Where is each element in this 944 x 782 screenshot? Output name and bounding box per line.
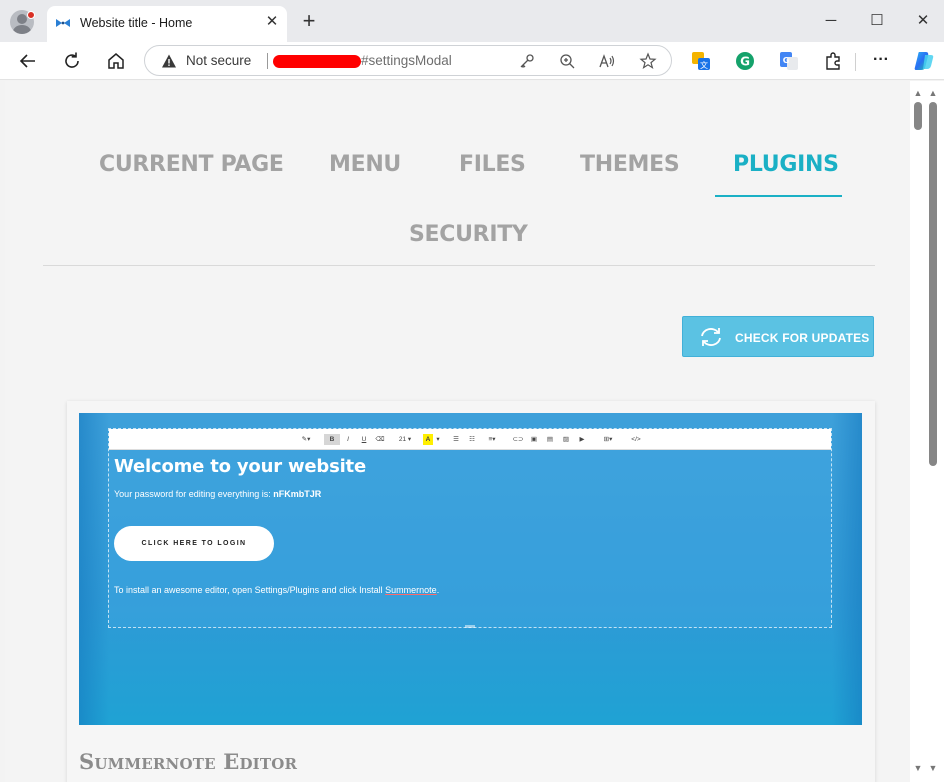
profile-notification-dot: [27, 11, 35, 19]
plugin-preview-image[interactable]: ✎▾ B I U ⌫ 21 ▾ A ▾ ☰ ☷ ≡▾ ⊂⊃ ▣ ▤ ▨ ▶ ⊞▾: [79, 413, 862, 725]
tab-title: Website title - Home: [80, 16, 193, 30]
settings-tabs: CURRENT PAGE MENU FILES THEMES PLUGINS S…: [5, 81, 910, 266]
toolbar-separator: [855, 53, 856, 71]
svg-text:文: 文: [700, 60, 708, 70]
link-icon: ⊂⊃: [512, 436, 524, 443]
preview-editor-toolbar: ✎▾ B I U ⌫ 21 ▾ A ▾ ☰ ☷ ≡▾ ⊂⊃ ▣ ▤ ▨ ▶ ⊞▾: [109, 429, 831, 450]
editor-resize-grip: [465, 625, 475, 628]
plugin-card-title: Summernote Editor: [79, 749, 298, 774]
zoom-icon[interactable]: [558, 52, 576, 70]
page-viewport: CURRENT PAGE MENU FILES THEMES PLUGINS S…: [5, 81, 910, 782]
address-separator: [267, 53, 268, 69]
tab-security[interactable]: SECURITY: [409, 222, 528, 247]
preview-login-button: CLICK HERE TO LOGIN: [114, 526, 274, 561]
tab-plugins[interactable]: PLUGINS: [733, 152, 839, 177]
font-size-select: 21 ▾: [398, 436, 412, 443]
preview-heading: Welcome to your website: [114, 456, 366, 477]
paragraph-align-icon: ≡▾: [488, 436, 496, 443]
scroll-up-arrow-icon[interactable]: ▲: [928, 89, 938, 98]
warning-icon[interactable]: [161, 53, 177, 69]
eraser-icon: ⌫: [375, 436, 385, 443]
home-button[interactable]: [104, 49, 128, 73]
google-translate-extension-icon[interactable]: G: [779, 51, 799, 71]
close-window-button[interactable]: ✕: [912, 10, 934, 32]
scroll-down-arrow-icon[interactable]: ▼: [928, 764, 938, 773]
translate-extension-icon[interactable]: 文: [691, 51, 711, 71]
tab-close-icon[interactable]: ✕: [263, 13, 281, 31]
svg-text:G: G: [740, 55, 750, 69]
extensions-puzzle-icon[interactable]: [823, 51, 843, 71]
svg-text:G: G: [783, 56, 790, 65]
copilot-icon[interactable]: [912, 49, 936, 73]
tab-themes[interactable]: THEMES: [580, 152, 680, 177]
magic-wand-icon: ✎▾: [301, 436, 311, 443]
read-aloud-icon[interactable]: [598, 52, 616, 70]
italic-icon: I: [347, 436, 349, 443]
scrollbar-thumb[interactable]: [929, 102, 937, 466]
back-button[interactable]: [16, 49, 40, 73]
back-arrow-icon: [19, 54, 35, 68]
reload-button[interactable]: [60, 49, 84, 73]
security-status-label[interactable]: Not secure: [186, 53, 251, 68]
code-view-icon: </>: [631, 436, 641, 443]
plugin-card-summernote: ✎▾ B I U ⌫ 21 ▾ A ▾ ☰ ☷ ≡▾ ⊂⊃ ▣ ▤ ▨ ▶ ⊞▾: [67, 401, 875, 782]
bold-icon: B: [324, 434, 340, 445]
preview-password-line: Your password for editing everything is:…: [114, 489, 322, 499]
maximize-window-button[interactable]: ☐: [866, 10, 888, 32]
address-bar[interactable]: Not secure #settingsModal: [144, 45, 672, 76]
new-tab-button[interactable]: +: [298, 10, 320, 33]
site-favicon-icon: [56, 19, 70, 27]
redacted-url-host: [273, 55, 361, 68]
check-for-updates-label: CHECK FOR UPDATES: [735, 331, 870, 345]
grammarly-extension-icon[interactable]: G: [735, 51, 755, 71]
browser-toolbar: Not secure #settingsModal 文 G G ···: [0, 42, 944, 80]
picture-icon: ▨: [562, 436, 570, 443]
tab-files[interactable]: FILES: [459, 152, 526, 177]
preview-editor-frame: ✎▾ B I U ⌫ 21 ▾ A ▾ ☰ ☷ ≡▾ ⊂⊃ ▣ ▤ ▨ ▶ ⊞▾: [108, 428, 832, 628]
unordered-list-icon: ☰: [453, 436, 459, 443]
tabs-divider: [43, 265, 875, 266]
preview-password-value: nFKmbTJR: [273, 489, 322, 499]
reload-icon: [65, 52, 79, 68]
preview-install-line: To install an awesome editor, open Setti…: [114, 585, 440, 595]
scroll-down-arrow-icon[interactable]: ▼: [913, 764, 923, 773]
more-menu-button[interactable]: ···: [869, 51, 893, 75]
ordered-list-icon: ☷: [469, 436, 475, 443]
check-for-updates-button[interactable]: CHECK FOR UPDATES: [682, 316, 874, 357]
favorite-star-icon[interactable]: [639, 52, 657, 70]
underline-icon: U: [361, 436, 367, 443]
minimize-window-button[interactable]: ─: [820, 10, 842, 32]
tab-menu[interactable]: MENU: [329, 152, 401, 177]
color-dropdown-icon: ▾: [436, 436, 440, 443]
video-icon: ▶: [579, 436, 585, 443]
image-icon: ▣: [530, 436, 538, 443]
browser-tab[interactable]: Website title - Home ✕: [47, 6, 287, 42]
file-icon: ▤: [546, 436, 554, 443]
url-text[interactable]: #settingsModal: [361, 53, 452, 68]
table-icon: ⊞▾: [603, 436, 613, 443]
key-icon[interactable]: [518, 52, 536, 70]
browser-tab-bar: Website title - Home ✕ + ─ ☐ ✕: [0, 0, 944, 42]
page-scrollbar[interactable]: ▲ ▲ ▼ ▼: [910, 81, 944, 782]
text-color-icon: A: [423, 434, 433, 445]
refresh-icon: [701, 328, 721, 346]
scroll-up-arrow-icon[interactable]: ▲: [913, 89, 923, 98]
active-tab-underline: [715, 195, 842, 197]
tab-current-page[interactable]: CURRENT PAGE: [99, 152, 284, 177]
scrollbar-thumb[interactable]: [914, 102, 922, 130]
home-icon: [108, 53, 124, 69]
